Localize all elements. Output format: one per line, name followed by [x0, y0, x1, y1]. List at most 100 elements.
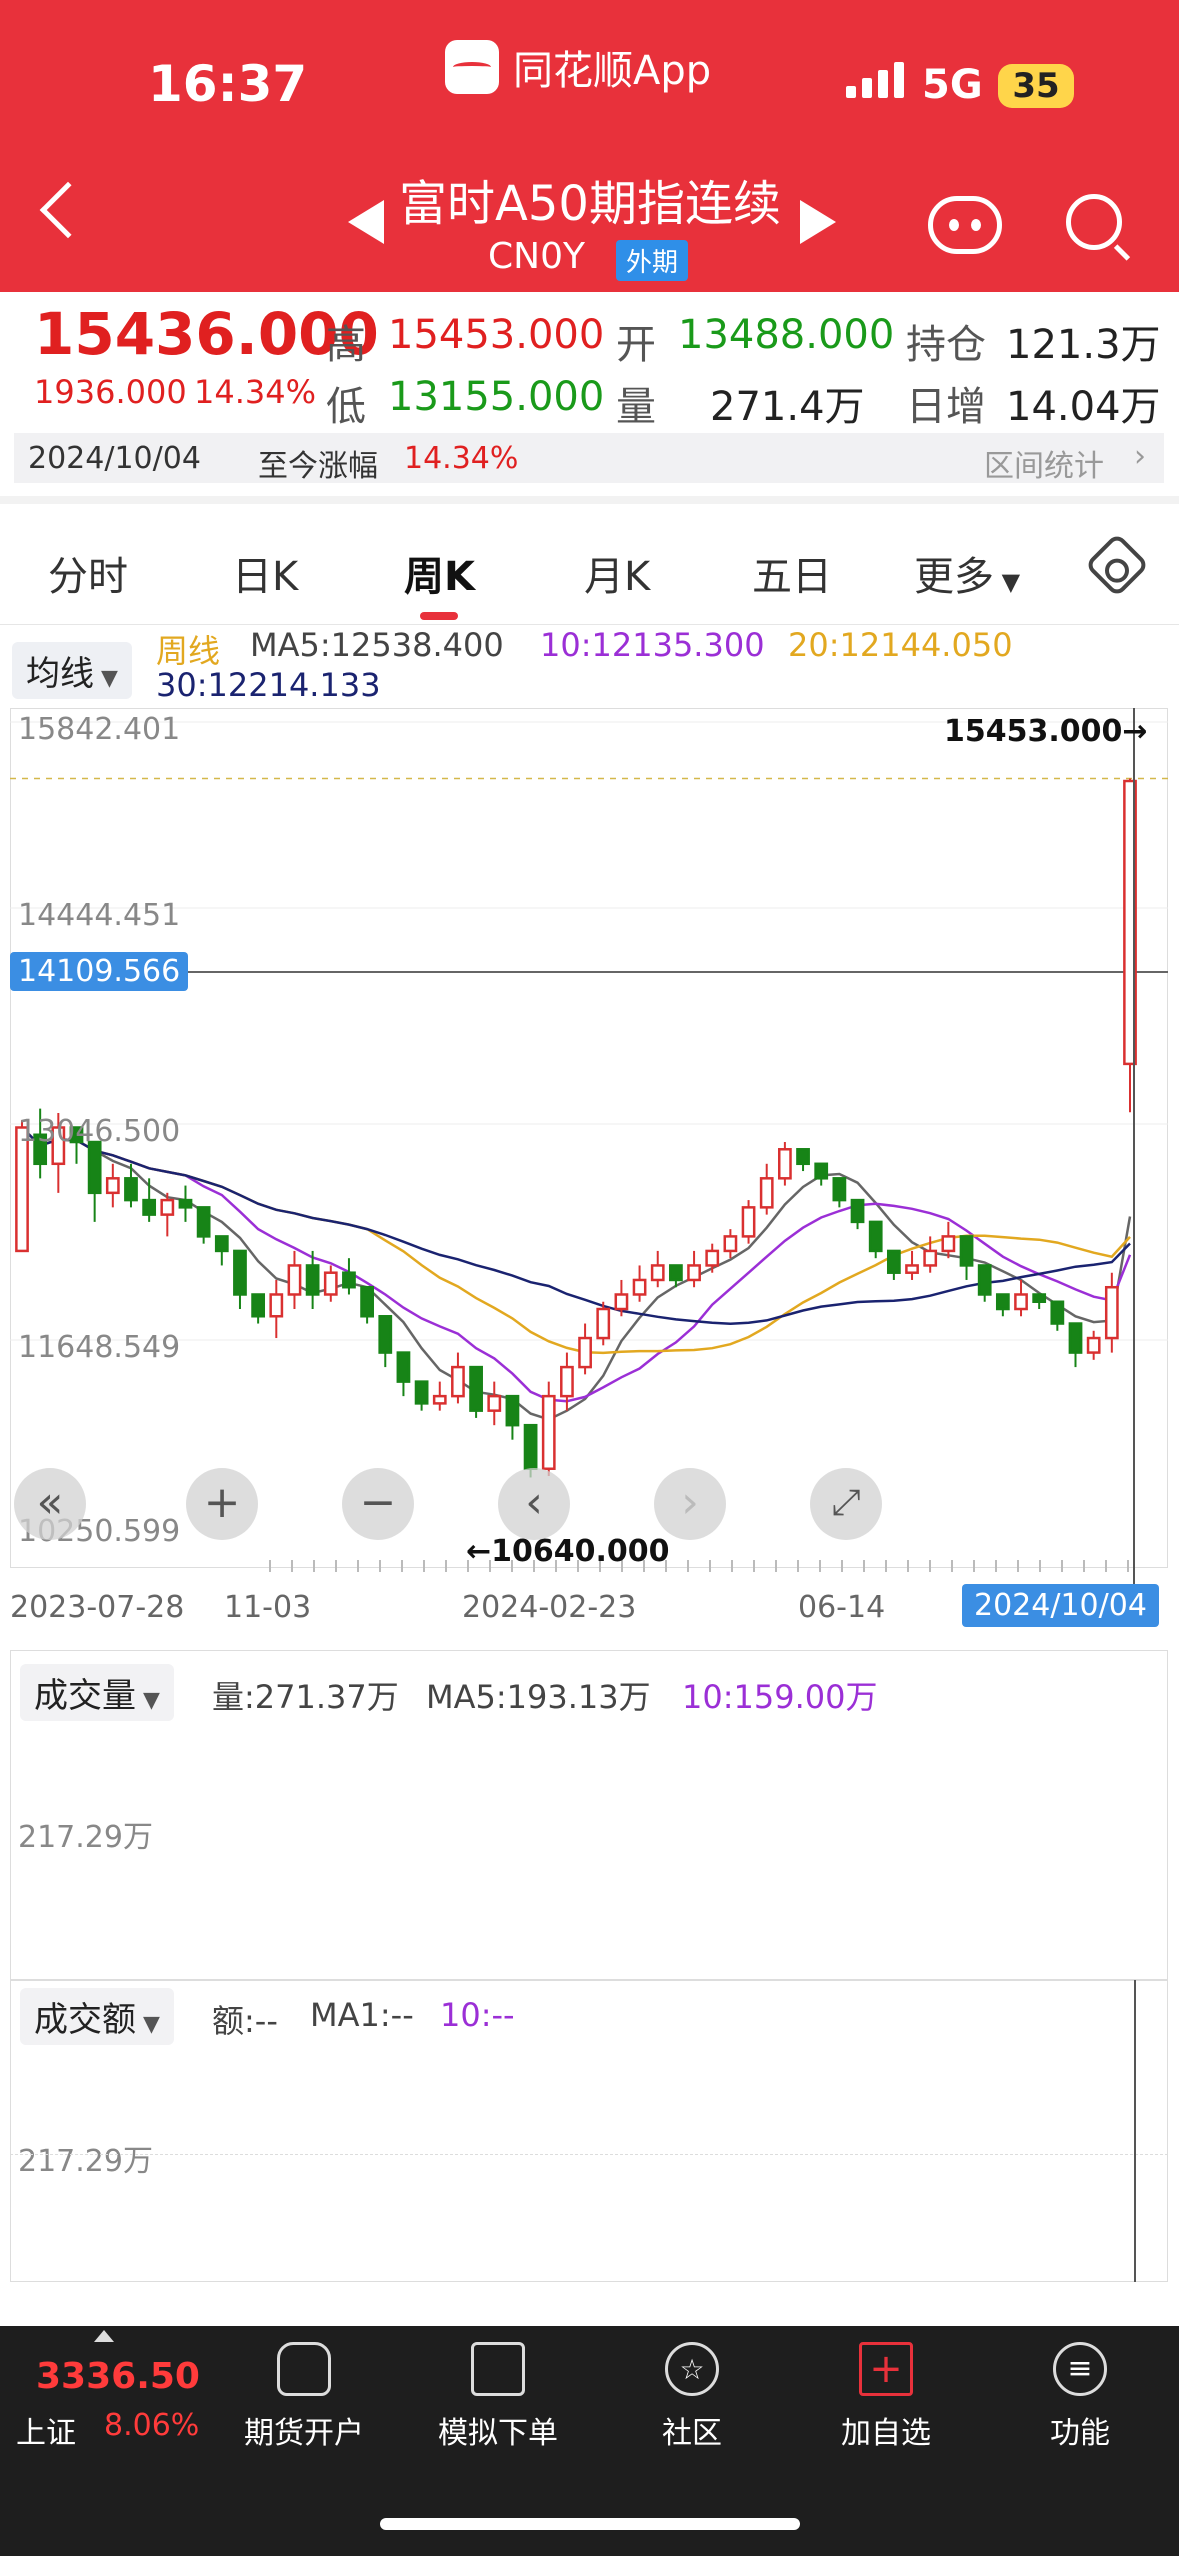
person-icon [277, 2342, 331, 2396]
candle-body [669, 1264, 683, 1282]
candle-body [414, 1380, 429, 1405]
candle-body [868, 1220, 883, 1253]
nav-functions[interactable]: ≡ 功能 [1010, 2336, 1150, 2452]
candle-body [323, 1271, 338, 1296]
caret-down-icon: ▼ [136, 2012, 160, 2037]
candle-body [632, 1278, 647, 1296]
candle-body [487, 1394, 502, 1412]
scroll-left-icon[interactable]: ‹ [498, 1468, 570, 1540]
candle-body [741, 1206, 756, 1238]
candle-body [1050, 1300, 1065, 1325]
candle-body [396, 1351, 411, 1383]
candle-body [469, 1365, 483, 1412]
candle-body [832, 1177, 847, 1202]
candle-body [342, 1271, 356, 1289]
max-price-marker: 15453.000→ [944, 714, 1148, 749]
candle-body [778, 1148, 792, 1180]
volume-ma10: 10:159.00万 [682, 1678, 878, 1716]
amount-cursor-line [1134, 1980, 1136, 2282]
amount-indicator-selector[interactable]: 成交额 ▼ [20, 1988, 174, 2045]
candle-body [541, 1394, 556, 1470]
index-value[interactable]: 3336.50 [36, 2356, 200, 2397]
candle-body [560, 1365, 574, 1398]
date-tick: 2024-02-23 [462, 1590, 637, 1625]
fullscreen-icon[interactable]: ⤢ [810, 1468, 882, 1540]
amount-grid-line [10, 2154, 1168, 2155]
candle-body [959, 1235, 974, 1267]
candle-body [178, 1198, 193, 1209]
candle-body [1086, 1336, 1101, 1354]
volume-value: 量:271.37万 [212, 1678, 399, 1716]
candle-body [705, 1249, 720, 1267]
candle-body [650, 1264, 665, 1282]
candle-body [142, 1198, 157, 1216]
nav-futures-account[interactable]: 期货开户 [234, 2336, 374, 2452]
candle-body [287, 1264, 302, 1296]
zoom-in-icon[interactable]: + [186, 1468, 258, 1540]
candle-body [578, 1336, 592, 1369]
nav-simulated-order[interactable]: 模拟下单 [428, 2336, 568, 2452]
candle-body [360, 1285, 374, 1318]
nav-community[interactable]: ☆ 社区 [622, 2336, 762, 2452]
menu-circle-icon: ≡ [1053, 2342, 1107, 2396]
candle-body [378, 1315, 393, 1354]
candle-body [305, 1264, 320, 1296]
candle-body [432, 1394, 447, 1405]
index-name: 上证 [16, 2416, 76, 2451]
candle-body [923, 1249, 938, 1267]
plus-square-icon: + [859, 2342, 913, 2396]
candle-body [1014, 1293, 1028, 1311]
candle-body [251, 1293, 266, 1318]
scroll-right-icon[interactable]: › [654, 1468, 726, 1540]
candle-body [505, 1394, 520, 1427]
cursor-date-label: 2024/10/04 [962, 1584, 1159, 1627]
home-indicator [380, 2518, 800, 2530]
price-axis-label: 13046.500 [18, 1114, 181, 1149]
candle-body [850, 1198, 865, 1224]
nav-label: 加自选 [841, 2416, 931, 2451]
ma30-line [21, 1126, 1131, 1326]
candle-body [941, 1235, 956, 1253]
amount-axis-label: 217.29万 [18, 2144, 153, 2179]
amount-chart-frame[interactable] [10, 1980, 1168, 2282]
candle-body [796, 1148, 810, 1166]
date-tick: 06-14 [798, 1590, 886, 1625]
candle-body [1032, 1293, 1047, 1303]
candle-body [814, 1162, 829, 1180]
candle-body [1068, 1322, 1083, 1354]
candle-body [614, 1293, 629, 1311]
candle-body [687, 1264, 701, 1282]
nav-add-watchlist[interactable]: + 加自选 [816, 2336, 956, 2452]
candle-body [1104, 1285, 1119, 1340]
candle-body [87, 1140, 102, 1195]
candle-body [269, 1293, 284, 1318]
date-tick: 11-03 [224, 1590, 312, 1625]
nav-label: 社区 [662, 2416, 722, 2451]
candle-body [196, 1206, 211, 1238]
volume-ma5: MA5:193.13万 [426, 1678, 651, 1716]
candle-body [124, 1177, 138, 1202]
candle-body [977, 1264, 992, 1296]
amount-ma1: MA1:-- [310, 1996, 414, 2034]
candle-body [233, 1249, 247, 1296]
index-pct: 8.06% [104, 2408, 200, 2443]
star-circle-icon: ☆ [665, 2342, 719, 2396]
price-axis-top: 15842.401 [18, 712, 181, 747]
candle-body [759, 1177, 774, 1209]
zoom-full-left-icon[interactable]: « [14, 1468, 86, 1540]
candle-body [596, 1307, 611, 1340]
price-axis-label: 14444.451 [18, 898, 181, 933]
volume-indicator-label: 成交量 [34, 1676, 136, 1716]
volume-indicator-selector[interactable]: 成交量 ▼ [20, 1664, 174, 1721]
candle-body [995, 1293, 1010, 1311]
candle-body [886, 1249, 901, 1274]
candle-body [523, 1423, 538, 1470]
candle-body [105, 1177, 120, 1195]
zoom-out-icon[interactable]: − [342, 1468, 414, 1540]
expand-up-icon[interactable] [94, 2330, 114, 2342]
candle-body [160, 1198, 175, 1216]
nav-label: 功能 [1050, 2416, 1110, 2451]
candle-body [214, 1235, 229, 1253]
ma5-line [21, 1126, 1132, 1421]
candle-body [905, 1264, 919, 1274]
